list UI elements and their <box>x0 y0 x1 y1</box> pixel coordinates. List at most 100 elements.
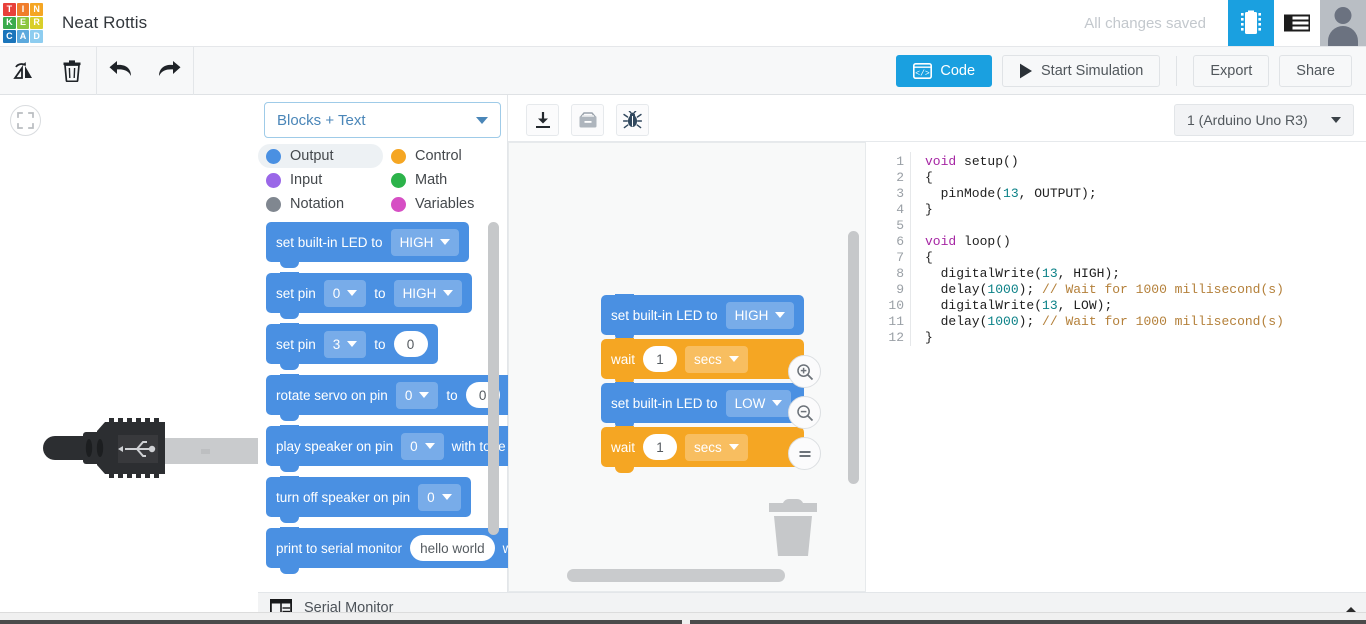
block-value-input[interactable]: 1 <box>643 346 678 372</box>
block-dropdown[interactable]: 3 <box>323 330 367 358</box>
palette-block[interactable]: set pin 3 to 0 <box>266 323 438 370</box>
code-token: loop() <box>964 234 1011 249</box>
code-content[interactable]: void setup(){ pinMode(13, OUTPUT);} void… <box>911 142 1284 346</box>
code-token: delay( <box>925 314 988 329</box>
circuit-canvas[interactable] <box>0 95 258 624</box>
workspace-vertical-scrollbar[interactable] <box>848 231 859 484</box>
code-token: pinMode( <box>925 186 1004 201</box>
page-scrollbar[interactable] <box>0 612 1366 624</box>
code-line-number: 2 <box>896 170 904 185</box>
save-status: All changes saved <box>1084 14 1206 32</box>
block-dropdown-value: HIGH <box>734 307 769 323</box>
code-tool-buttons <box>526 104 649 136</box>
code-line-number: 5 <box>896 218 904 233</box>
export-button[interactable]: Export <box>1193 54 1270 87</box>
list-view-icon[interactable] <box>1274 0 1320 46</box>
app-header: TIN KER CAD Neat Rottis All changes saved <box>0 0 1366 46</box>
workspace-block[interactable]: wait 1 secs <box>601 426 805 473</box>
block-value-input[interactable]: 1 <box>643 434 678 460</box>
block-label: set built-in LED to <box>611 307 718 323</box>
block-dropdown[interactable]: 0 <box>323 279 367 307</box>
palette-block[interactable]: set pin 0 to HIGH <box>266 272 473 319</box>
block-value-input[interactable]: hello world <box>410 535 495 561</box>
bug-debug-icon[interactable] <box>616 104 649 136</box>
palette-block[interactable]: set built-in LED to HIGH <box>266 222 470 268</box>
block-label: set pin <box>276 336 316 352</box>
code-gutter: 1 2 3 4 5 6 7 8 9 10 11 12 <box>880 142 910 346</box>
blocks-workspace[interactable]: set built-in LED to HIGH wait 1 secs set buil… <box>508 142 866 592</box>
workspace-block[interactable]: set built-in LED to LOW <box>601 382 805 429</box>
code-token: void <box>925 154 965 169</box>
palette-block[interactable]: rotate servo on pin0to0de <box>266 374 508 421</box>
block-dropdown[interactable]: secs <box>685 345 748 373</box>
block-dropdown[interactable]: HIGH <box>390 228 460 256</box>
code-line: void loop() <box>925 234 1284 250</box>
code-token: 13 <box>1003 186 1019 201</box>
page-scrollbar-thumb[interactable] <box>0 620 682 624</box>
code-token: } <box>925 330 933 345</box>
zoom-in-icon[interactable] <box>788 355 821 388</box>
block-dropdown[interactable]: 0 <box>395 381 439 409</box>
palette-block[interactable]: print to serial monitorhello worldwith <box>266 527 508 574</box>
undo-arrow-icon[interactable] <box>97 47 145 95</box>
user-avatar[interactable] <box>1320 0 1366 46</box>
export-label: Export <box>1210 62 1253 79</box>
block-dropdown[interactable]: 0 <box>418 483 461 511</box>
workspace-horizontal-scrollbar[interactable] <box>567 569 785 582</box>
palette-block[interactable]: play speaker on pin 0 with tone <box>266 425 508 472</box>
chip-icon[interactable] <box>1228 0 1274 46</box>
palette-block-row: turn off speaker on pin 0 <box>266 476 471 523</box>
block-script[interactable]: set built-in LED to HIGH wait 1 secs set buil… <box>601 294 805 473</box>
block-dropdown[interactable]: HIGH <box>393 279 463 307</box>
block-dropdown[interactable]: 0 <box>401 432 444 460</box>
tinkercad-logo[interactable]: TIN KER CAD <box>0 0 46 46</box>
block-dropdown[interactable]: LOW <box>725 389 792 417</box>
block-dropdown[interactable]: secs <box>685 433 748 461</box>
category-input[interactable]: Input <box>258 168 383 192</box>
category-variables[interactable]: Variables <box>383 192 508 216</box>
palette-block-list[interactable]: print to serial monitorhello worldwithtu… <box>258 222 508 592</box>
category-math[interactable]: Math <box>383 168 508 192</box>
code-line: digitalWrite(13, LOW); <box>925 298 1284 314</box>
rotate-icon[interactable] <box>0 47 48 95</box>
category-notation[interactable]: Notation <box>258 192 383 216</box>
workspace-trash-icon[interactable] <box>767 495 819 562</box>
block-value-input[interactable]: 0 <box>393 331 428 357</box>
category-output[interactable]: Output <box>258 144 383 168</box>
category-label: Input <box>290 172 323 188</box>
chevron-down-icon <box>728 356 739 362</box>
main-toolbar: </> Code Start Simulation Export Share <box>0 46 1366 95</box>
palette-mode-select[interactable]: Blocks + Text <box>264 102 501 138</box>
code-button-label: Code <box>940 62 976 79</box>
start-simulation-button[interactable]: Start Simulation <box>1002 54 1161 87</box>
workspace-block[interactable]: wait 1 secs <box>601 338 805 385</box>
code-button[interactable]: </> Code <box>896 54 993 87</box>
device-select[interactable]: 1 (Arduino Uno R3) <box>1174 104 1354 136</box>
code-line: pinMode(13, OUTPUT); <box>925 186 1284 202</box>
zoom-out-icon[interactable] <box>788 396 821 429</box>
zoom-reset-icon[interactable] <box>788 437 821 470</box>
category-control[interactable]: Control <box>383 144 508 168</box>
code-line: delay(1000); // Wait for 1000 millisecon… <box>925 282 1284 298</box>
download-icon[interactable] <box>526 104 559 136</box>
code-token: // Wait for 1000 millisecond(s) <box>1042 314 1284 329</box>
redo-arrow-icon[interactable] <box>145 47 193 95</box>
share-button[interactable]: Share <box>1279 54 1352 87</box>
category-color-dot <box>391 172 406 188</box>
trash-icon[interactable] <box>48 47 96 95</box>
page-scrollbar-track[interactable] <box>690 620 1366 624</box>
block-dropdown[interactable]: HIGH <box>725 301 795 329</box>
logo-tile-a: A <box>16 30 30 43</box>
block-label: to <box>374 285 386 301</box>
libraries-icon[interactable] <box>571 104 604 136</box>
fit-to-view-icon[interactable] <box>10 105 41 136</box>
workspace-block[interactable]: set built-in LED to HIGH <box>601 294 805 341</box>
edit-tools-group <box>0 47 96 95</box>
code-editor[interactable]: 1 2 3 4 5 6 7 8 9 10 11 12 void setup(){ pinMode(13… <box>880 142 1366 592</box>
code-line-number: 6 <box>896 234 904 249</box>
chevron-down-icon <box>443 290 454 296</box>
code-line-number: 1 <box>896 154 904 169</box>
palette-block[interactable]: turn off speaker on pin 0 <box>266 476 471 523</box>
scroll-up-arrow-icon[interactable] <box>1346 607 1356 612</box>
palette-scrollbar[interactable] <box>488 222 499 535</box>
